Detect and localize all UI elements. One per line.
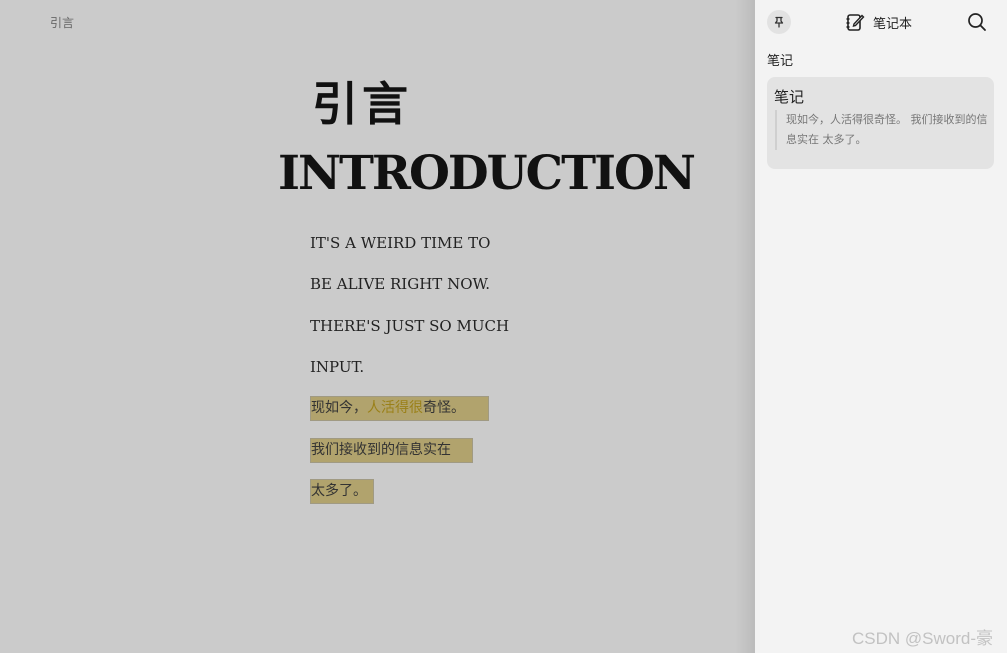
notebook-label: 笔记本 <box>873 16 913 32</box>
pin-button[interactable] <box>767 10 791 34</box>
body-line: INPUT. <box>310 358 365 376</box>
highlight-segment: 现如今， <box>311 400 367 416</box>
pin-icon <box>774 16 784 28</box>
highlighted-line[interactable]: 我们接收到的信息实在 <box>311 438 451 463</box>
note-quote: 现如今，人活得很奇怪。 我们接收到的信息实在 太多了。 <box>775 110 994 150</box>
chapter-header: 引言 <box>50 16 75 30</box>
pane-shadow <box>735 0 755 653</box>
highlight-segment: 奇怪。 <box>423 400 465 416</box>
search-icon <box>968 13 986 31</box>
chapter-title-english: INTRODUCTION <box>278 146 696 201</box>
chapter-title-chinese: 引言 <box>312 77 412 131</box>
reader-pane: 引言 引言 INTRODUCTION IT'S A WEIRD TIME TO … <box>0 0 755 653</box>
notebook-icon <box>846 14 865 31</box>
note-card[interactable]: 笔记 现如今，人活得很奇怪。 我们接收到的信息实在 太多了。 <box>767 77 994 169</box>
body-line: THERE'S JUST SO MUCH <box>310 317 510 335</box>
body-line: BE ALIVE RIGHT NOW. <box>310 275 491 293</box>
highlighted-line[interactable]: 现如今，人活得很奇怪。 <box>311 396 465 421</box>
highlight-segment: 人活得很 <box>367 400 423 416</box>
highlighted-line[interactable]: 太多了。 <box>311 479 367 504</box>
search-button[interactable] <box>966 11 988 33</box>
notes-panel: 笔记本 笔记 笔记 现如今，人活得很奇怪。 我们接收到的信息实在 太多了。 <box>755 0 1007 653</box>
section-label: 笔记 <box>767 54 794 69</box>
note-title: 笔记 <box>774 88 805 106</box>
body-line: IT'S A WEIRD TIME TO <box>310 234 491 252</box>
watermark: CSDN @Sword-豪 <box>852 629 993 648</box>
notebook-title[interactable]: 笔记本 <box>845 11 912 33</box>
